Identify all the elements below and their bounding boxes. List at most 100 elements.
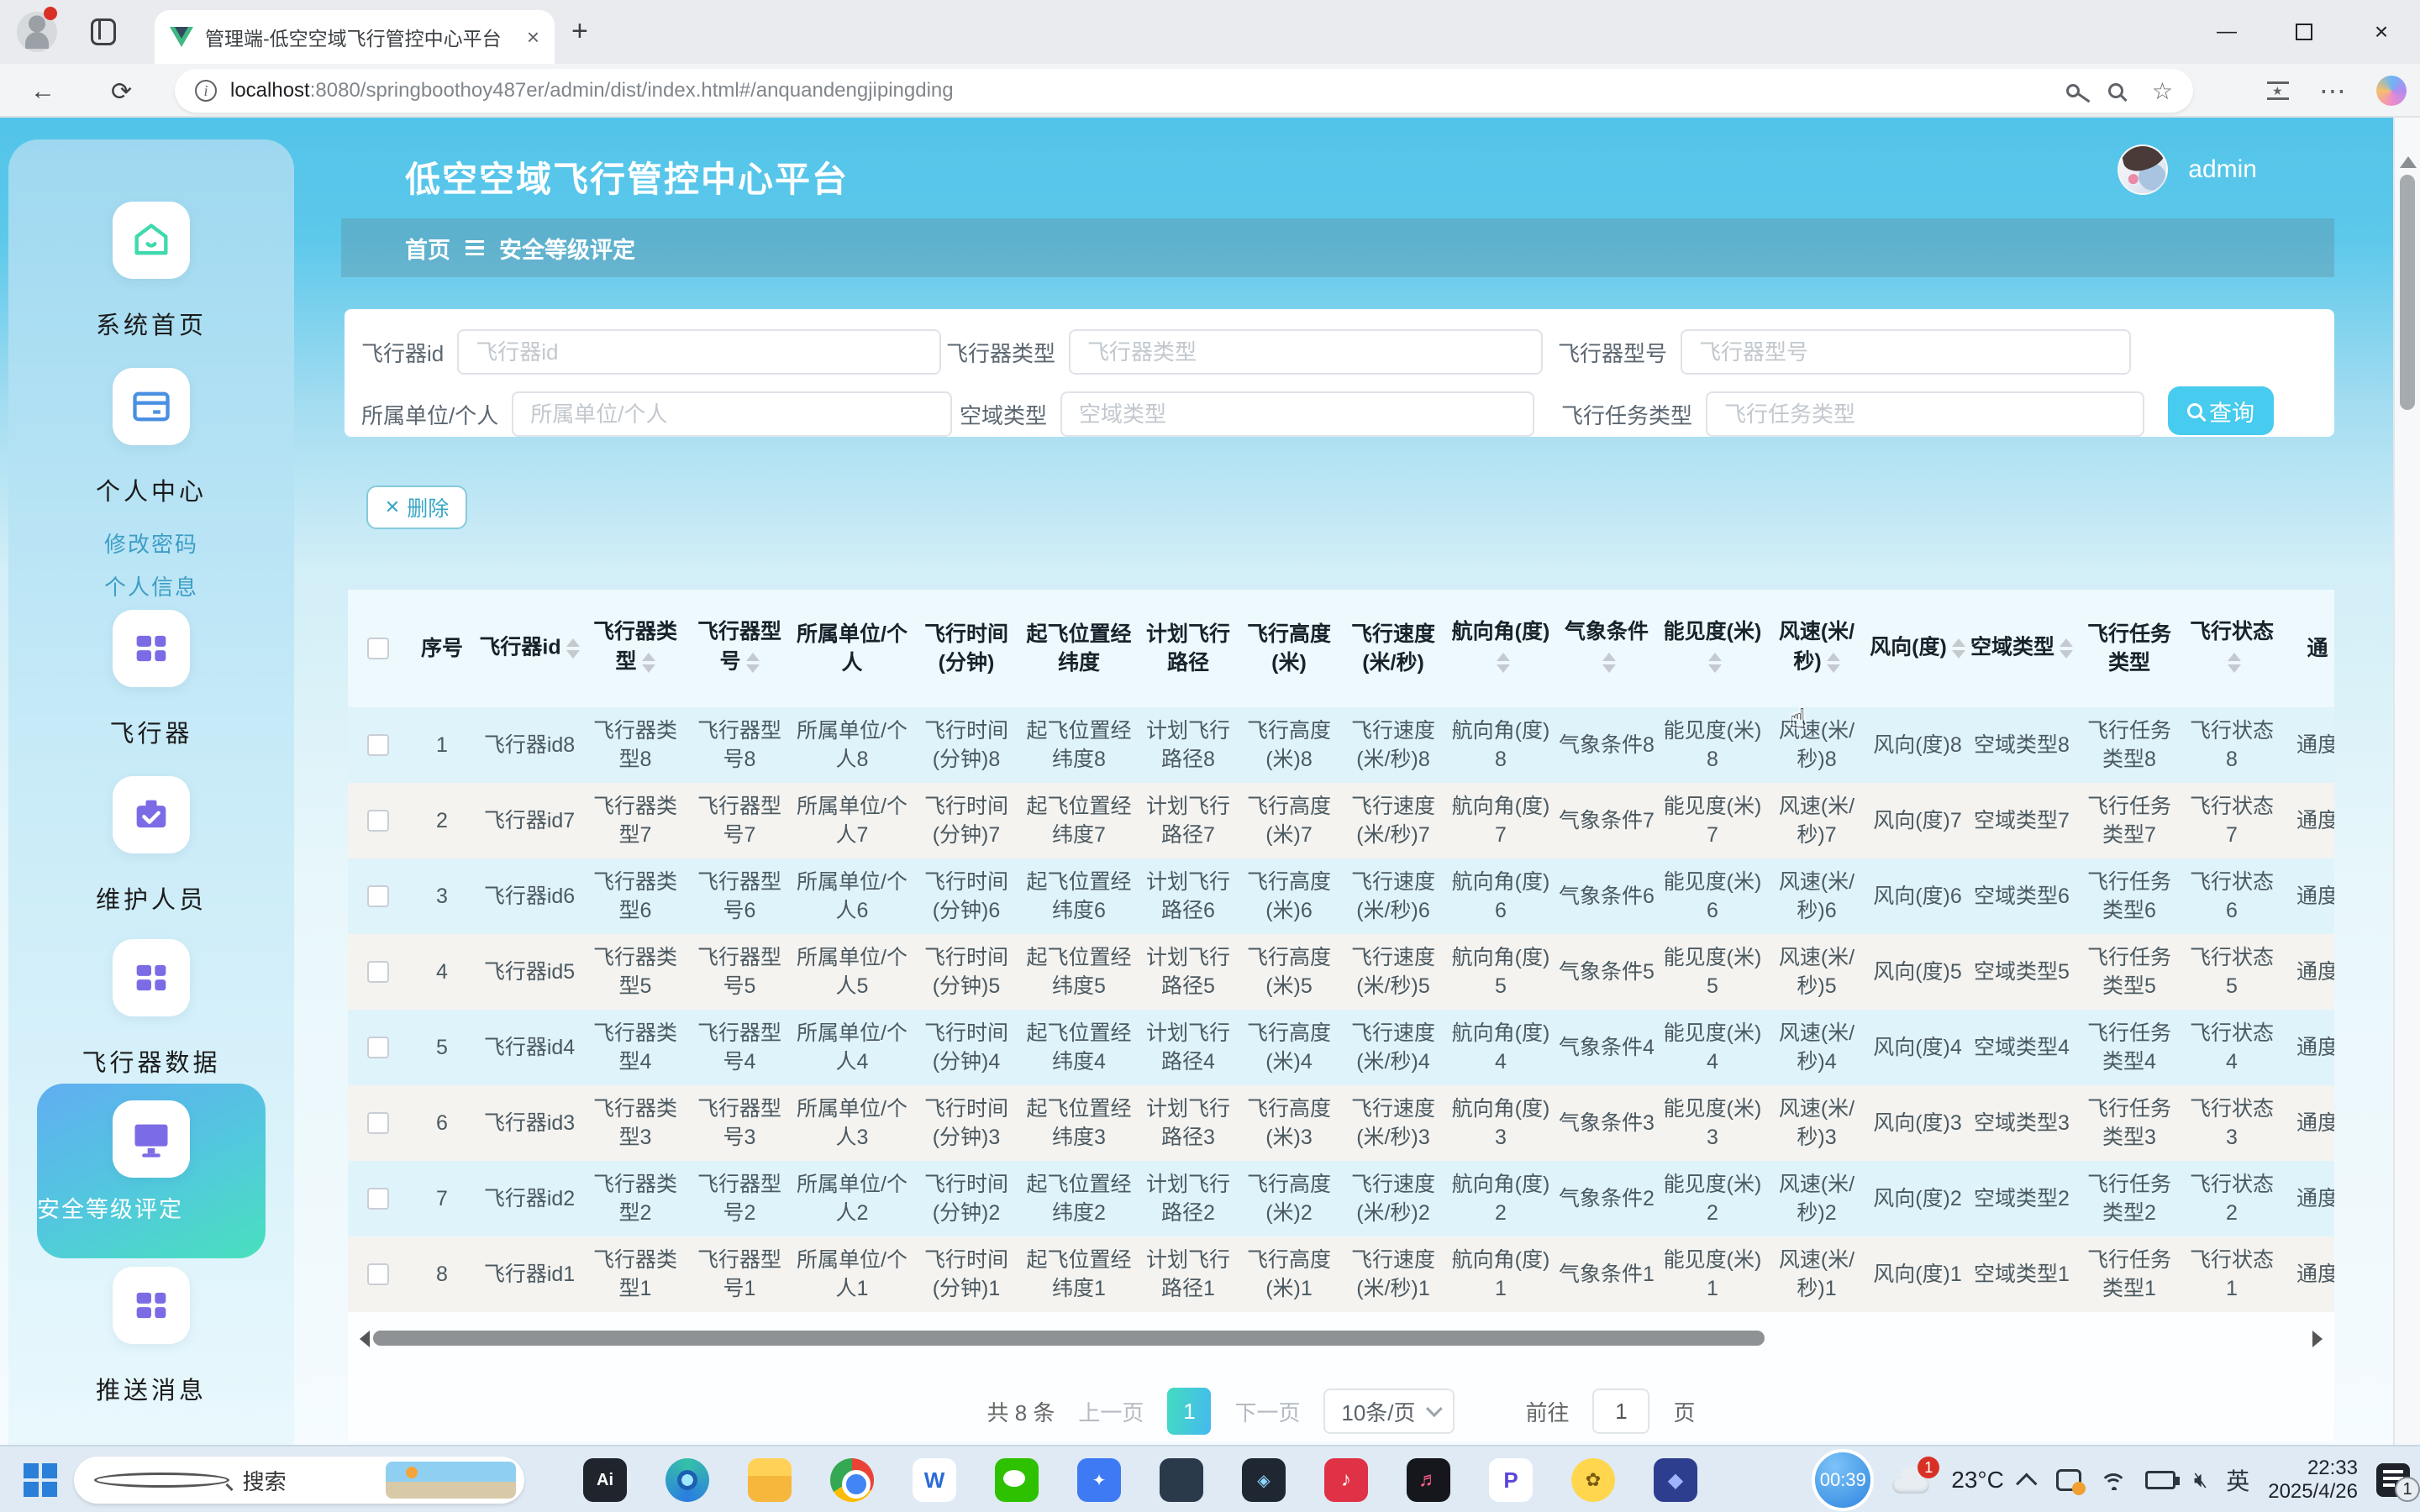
taskbar-app-chrome-icon[interactable] xyxy=(830,1458,874,1502)
sidebar-item-aircraft[interactable]: 飞行器 xyxy=(8,610,294,749)
row-checkbox[interactable] xyxy=(367,1037,389,1058)
sort-icon[interactable] xyxy=(566,632,580,665)
table-row[interactable]: 4飞行器id5飞行器类型5飞行器型号5所属单位/个人5飞行时间(分钟)5起飞位置… xyxy=(348,934,2334,1010)
temperature[interactable]: 23°C xyxy=(1951,1467,2004,1494)
search-field-input[interactable] xyxy=(512,391,952,437)
favorite-star-icon[interactable]: ☆ xyxy=(2152,77,2173,105)
table-row[interactable]: 2飞行器id7飞行器类型7飞行器型号7所属单位/个人7飞行时间(分钟)7起飞位置… xyxy=(348,783,2334,858)
screen-rotate-icon[interactable] xyxy=(2056,1469,2081,1491)
sort-icon[interactable] xyxy=(2228,646,2241,680)
horizontal-scrollbar-thumb[interactable] xyxy=(373,1331,1765,1346)
page-size-select[interactable]: 10条/页 xyxy=(1323,1389,1455,1434)
horizontal-scrollbar[interactable] xyxy=(351,1329,2331,1349)
next-page-button[interactable]: 下一页 xyxy=(1234,1396,1300,1427)
avatar[interactable] xyxy=(2118,144,2168,195)
window-maximize-button[interactable] xyxy=(2265,0,2343,64)
taskbar-app-music-red-icon[interactable]: ♪ xyxy=(1324,1458,1368,1502)
new-tab-button[interactable]: + xyxy=(571,15,588,48)
taskbar-app-ai-assistant-icon[interactable]: Ai xyxy=(583,1458,627,1502)
table-row[interactable]: 6飞行器id3飞行器类型3飞行器型号3所属单位/个人3飞行时间(分钟)3起飞位置… xyxy=(348,1085,2334,1161)
scroll-right-icon[interactable] xyxy=(2312,1331,2331,1347)
taskbar-search[interactable]: 搜索 xyxy=(74,1457,524,1504)
row-checkbox[interactable] xyxy=(367,1188,389,1210)
column-header[interactable]: 风速(米/秒) xyxy=(1766,617,1867,680)
sidebar-item-home[interactable]: 系统首页 xyxy=(8,202,294,341)
vertical-scrollbar-thumb[interactable] xyxy=(2400,175,2415,410)
row-checkbox[interactable] xyxy=(367,885,389,907)
scroll-up-icon[interactable] xyxy=(2400,148,2417,168)
back-icon[interactable]: ← xyxy=(30,77,55,106)
select-all-checkbox[interactable] xyxy=(367,638,389,659)
start-button[interactable] xyxy=(24,1463,57,1497)
sidebar-item-maintainers[interactable]: 维护人员 xyxy=(8,776,294,916)
window-close-button[interactable]: × xyxy=(2343,0,2420,64)
reload-icon[interactable]: ⟳ xyxy=(111,77,132,107)
taskbar-app-wechat-icon[interactable] xyxy=(995,1458,1039,1502)
browser-menu-icon[interactable]: ⋯ xyxy=(2319,75,2346,107)
vertical-scrollbar[interactable] xyxy=(2393,118,2420,1445)
daily-highlight-icon[interactable] xyxy=(386,1462,516,1499)
window-minimize-button[interactable]: — xyxy=(2188,0,2265,64)
sort-icon[interactable] xyxy=(1952,632,1965,665)
sort-icon[interactable] xyxy=(1708,646,1722,680)
taskbar-app-app-blue-icon[interactable]: ✦ xyxy=(1077,1458,1121,1502)
row-checkbox[interactable] xyxy=(367,1112,389,1134)
row-checkbox[interactable] xyxy=(367,961,389,983)
sidebar-item-profile[interactable]: 个人中心 修改密码 个人信息 xyxy=(8,368,294,601)
column-header[interactable]: 能见度(米) xyxy=(1659,617,1766,680)
scroll-left-icon[interactable] xyxy=(351,1331,370,1347)
table-row[interactable]: 5飞行器id4飞行器类型4飞行器型号4所属单位/个人4飞行时间(分钟)4起飞位置… xyxy=(348,1010,2334,1085)
taskbar-app-video-dark-icon[interactable]: ♬ xyxy=(1407,1458,1450,1502)
favorites-bar-icon[interactable] xyxy=(2267,81,2289,100)
wifi-icon[interactable] xyxy=(2100,1470,2127,1490)
taskbar-app-ppt-icon[interactable]: P xyxy=(1489,1458,1533,1502)
search-field-input[interactable] xyxy=(1706,391,2144,437)
sidebar-item-safety-rating[interactable]: 安全等级评定 xyxy=(37,1084,266,1258)
site-info-icon[interactable]: i xyxy=(195,80,217,102)
column-header[interactable]: 飞行器类型 xyxy=(583,617,687,680)
password-key-icon[interactable] xyxy=(2066,84,2080,97)
sort-icon[interactable] xyxy=(746,646,760,680)
browser-tab[interactable]: 管理端-低空空域飞行管控中心平台 × xyxy=(155,10,555,64)
sidebar-item-push-messages[interactable]: 推送消息 xyxy=(8,1267,294,1406)
taskbar-clock[interactable]: 22:33 2025/4/26 xyxy=(2268,1457,2358,1504)
delete-button[interactable]: ✕ 删除 xyxy=(366,486,467,529)
taskbar-app-app-yellow-icon[interactable]: ✿ xyxy=(1571,1458,1615,1502)
sidebar-link-profile-info[interactable]: 个人信息 xyxy=(8,570,294,601)
battery-icon[interactable] xyxy=(2145,1471,2175,1489)
column-header[interactable]: 空域类型 xyxy=(1968,632,2075,665)
search-field-input[interactable] xyxy=(457,329,941,375)
taskbar-app-app-dark-icon[interactable] xyxy=(1160,1458,1203,1502)
copilot-icon[interactable] xyxy=(2376,76,2407,106)
breadcrumb-home[interactable]: 首页 xyxy=(405,232,450,265)
notification-center-icon[interactable]: 1 xyxy=(2376,1463,2410,1497)
input-language-indicator[interactable]: 英 xyxy=(2226,1463,2249,1497)
column-header[interactable]: 风向(度) xyxy=(1867,632,1968,665)
tray-overflow-icon[interactable] xyxy=(2016,1473,2037,1494)
sort-icon[interactable] xyxy=(1827,646,1840,680)
sort-icon[interactable] xyxy=(1497,646,1510,680)
column-header[interactable]: 飞行状态 xyxy=(2183,617,2281,680)
search-field-input[interactable] xyxy=(1681,329,2131,375)
recording-timer[interactable]: 00:39 xyxy=(1812,1449,1874,1511)
column-header[interactable]: 飞行器型号 xyxy=(687,617,792,680)
sidebar-item-aircraft-data[interactable]: 飞行器数据 xyxy=(8,939,294,1079)
taskbar-app-edge-icon[interactable] xyxy=(666,1458,709,1502)
table-row[interactable]: 3飞行器id6飞行器类型6飞行器型号6所属单位/个人6飞行时间(分钟)6起飞位置… xyxy=(348,858,2334,934)
address-bar[interactable]: i localhost:8080/springboothoy487er/admi… xyxy=(175,69,2193,113)
row-checkbox[interactable] xyxy=(367,1263,389,1285)
onedrive-cloud-icon[interactable]: 1 xyxy=(1892,1467,1933,1494)
current-page-button[interactable]: 1 xyxy=(1167,1388,1211,1435)
taskbar-app-file-explorer-icon[interactable] xyxy=(748,1458,792,1502)
sort-icon[interactable] xyxy=(642,646,655,680)
tab-close-icon[interactable]: × xyxy=(527,24,539,50)
search-field-input[interactable] xyxy=(1060,391,1534,437)
sort-icon[interactable] xyxy=(2060,632,2073,665)
goto-page-input[interactable] xyxy=(1592,1389,1649,1434)
row-checkbox[interactable] xyxy=(367,810,389,832)
row-checkbox[interactable] xyxy=(367,734,389,756)
column-header[interactable]: 航向角(度) xyxy=(1447,617,1555,680)
query-button[interactable]: 查询 xyxy=(2168,386,2274,435)
sidebar-link-change-password[interactable]: 修改密码 xyxy=(8,528,294,559)
table-row[interactable]: 7飞行器id2飞行器类型2飞行器型号2所属单位/个人2飞行时间(分钟)2起飞位置… xyxy=(348,1161,2334,1236)
